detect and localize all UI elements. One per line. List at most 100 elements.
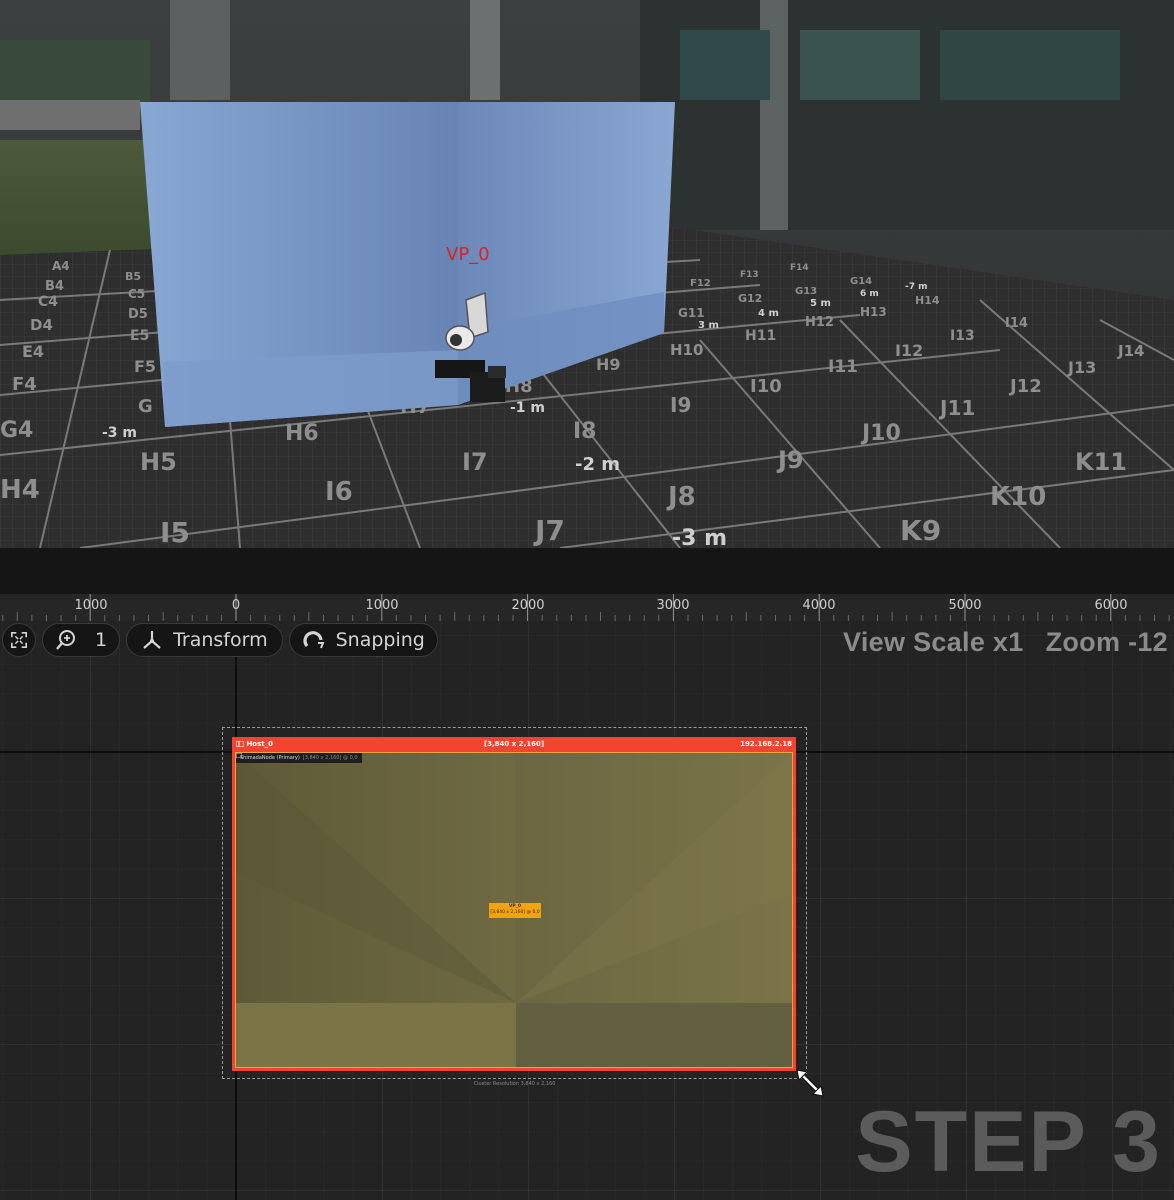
horizontal-ruler: 1000 0 1000 2000 3000 4000 5000 6000 (0, 594, 1174, 622)
grid-label: H4 (0, 475, 40, 505)
grid-label: E5 (130, 328, 149, 344)
viewport-label-3d: VP_0 (446, 244, 490, 265)
grid-label: H6 (285, 421, 319, 446)
distance-label: -2 m (575, 454, 620, 475)
snapping-button[interactable]: Snapping (288, 623, 438, 657)
distance-label: -3 m (102, 425, 137, 441)
distance-label: -7 m (905, 282, 928, 292)
grid-label: J13 (1067, 358, 1096, 377)
host-title-bar[interactable]: Host_0 [3,840 x 2,160] 192.168.2.18 (232, 737, 796, 752)
grid-label: I8 (573, 419, 597, 444)
node-render-area[interactable]: ShimadaNode (Primary) [3,840 x 2,160] @ … (235, 752, 793, 1068)
distance-label: 6 m (860, 289, 879, 299)
grid-label: I13 (950, 328, 975, 344)
node-detail: [3,840 x 2,160] @ 0,0 (302, 755, 358, 761)
ruler-tick-label: 6000 (1094, 598, 1127, 613)
distance-label: -1 m (510, 400, 545, 416)
zoom-value: 1 (95, 629, 108, 651)
grid-label: G (138, 396, 153, 417)
3d-viewport[interactable]: A4 B4 C4 D4 E4 F4 G4 H4 H5 I5 H6 I6 H7 I… (0, 0, 1174, 548)
ruler-tick-label: 5000 (948, 598, 981, 613)
view-scale-text: View Scale x1 (843, 627, 1024, 657)
grid-label: H13 (860, 305, 887, 319)
resize-diagonal-icon (796, 1069, 824, 1097)
grid-label: F14 (790, 263, 809, 273)
grid-label: F4 (12, 374, 37, 395)
output-mapping-canvas[interactable]: 1 Transform Snapping View Scale x1 Zoom -… (0, 621, 1174, 1200)
node-tag[interactable]: ShimadaNode (Primary) [3,840 x 2,160] @ … (236, 753, 362, 763)
host-ip: 192.168.2.18 (740, 740, 792, 748)
zoom-button[interactable]: 1 (42, 623, 121, 657)
grid-label: J12 (1008, 376, 1042, 397)
resize-handle[interactable] (796, 1069, 826, 1103)
grid-label: K10 (990, 482, 1046, 512)
grid-label: G11 (678, 306, 705, 320)
grid-label: H12 (805, 315, 834, 330)
grid-label: J14 (1117, 342, 1144, 360)
viewport-badge[interactable]: VP_0 [3,840 x 2,160] @ 0,0 (489, 903, 541, 918)
distance-label: 3 m (698, 320, 719, 331)
viewport-badge-detail: [3,840 x 2,160] @ 0,0 (490, 910, 540, 915)
fit-view-button[interactable] (2, 623, 36, 657)
grid-label: G12 (738, 292, 762, 305)
grid-label: D5 (128, 307, 148, 322)
step-label: STEP 3 (855, 1094, 1162, 1190)
grid-label: G14 (850, 276, 872, 287)
grid-label: I5 (160, 516, 190, 548)
node-name: ShimadaNode (Primary) (240, 755, 300, 761)
grid-label: C5 (128, 287, 145, 301)
grid-label: I10 (750, 376, 782, 397)
host-frame[interactable]: Host_0 [3,840 x 2,160] 192.168.2.18 Shim… (232, 737, 796, 1071)
distance-label: 5 m (810, 298, 831, 309)
canvas-toolbar: 1 Transform Snapping (2, 623, 438, 657)
grid-label: G4 (0, 418, 33, 443)
grid-label: I9 (670, 393, 691, 417)
grid-label: A4 (52, 259, 70, 273)
grid-label: C4 (38, 294, 58, 310)
grid-label: J8 (666, 482, 696, 512)
distance-label: 4 m (758, 308, 779, 319)
grid-label: J11 (938, 396, 975, 420)
ruler-tick-label: 3000 (656, 598, 689, 613)
transform-label: Transform (173, 629, 268, 651)
transform-button[interactable]: Transform (126, 623, 283, 657)
magnet-icon (303, 631, 325, 649)
grid-label: K11 (1075, 448, 1127, 476)
3d-scene: A4 B4 C4 D4 E4 F4 G4 H4 H5 I5 H6 I6 H7 I… (0, 0, 1174, 548)
grid-label: H9 (596, 355, 621, 374)
ruler-tick-label: 1000 (74, 598, 107, 613)
ruler-tick-label: 2000 (511, 598, 544, 613)
grid-label: I7 (462, 448, 488, 476)
ruler-tick-label: 0 (232, 598, 240, 613)
grid-label: H10 (670, 341, 703, 359)
node-icon (236, 753, 242, 758)
grid-label: F13 (740, 270, 759, 280)
grid-label: I12 (895, 341, 923, 360)
zoom-level-text: Zoom -12 (1045, 627, 1168, 657)
grid-label: H14 (915, 294, 940, 307)
grid-label: J9 (776, 446, 804, 474)
grid-label: G13 (795, 286, 817, 297)
grid-label: J10 (860, 421, 901, 446)
grid-label: I6 (325, 477, 353, 507)
cluster-resolution: Cluster Resolution 3,840 x 2,160 (473, 1081, 556, 1087)
distance-label: -3 m (672, 526, 727, 548)
grid-label: J7 (533, 514, 565, 547)
grid-label: B5 (125, 270, 141, 283)
ruler-tick-label: 4000 (802, 598, 835, 613)
host-resolution: [3,840 x 2,160] (483, 740, 545, 748)
fit-view-icon (10, 631, 28, 649)
transform-gizmo-icon (143, 631, 161, 649)
grid-label: I14 (1005, 316, 1028, 331)
snapping-label: Snapping (335, 629, 425, 651)
grid-label: D4 (30, 316, 53, 334)
view-info: View Scale x1 Zoom -12 (843, 627, 1168, 658)
grid-label: E4 (22, 342, 44, 361)
grid-label: H11 (745, 328, 776, 344)
grid-label: F5 (134, 357, 156, 376)
grid-label: I11 (828, 357, 858, 377)
ruler-tick-label: 1000 (365, 598, 398, 613)
grid-label: F12 (690, 278, 711, 289)
grid-label: H5 (140, 448, 177, 476)
grid-label: K9 (900, 514, 941, 547)
